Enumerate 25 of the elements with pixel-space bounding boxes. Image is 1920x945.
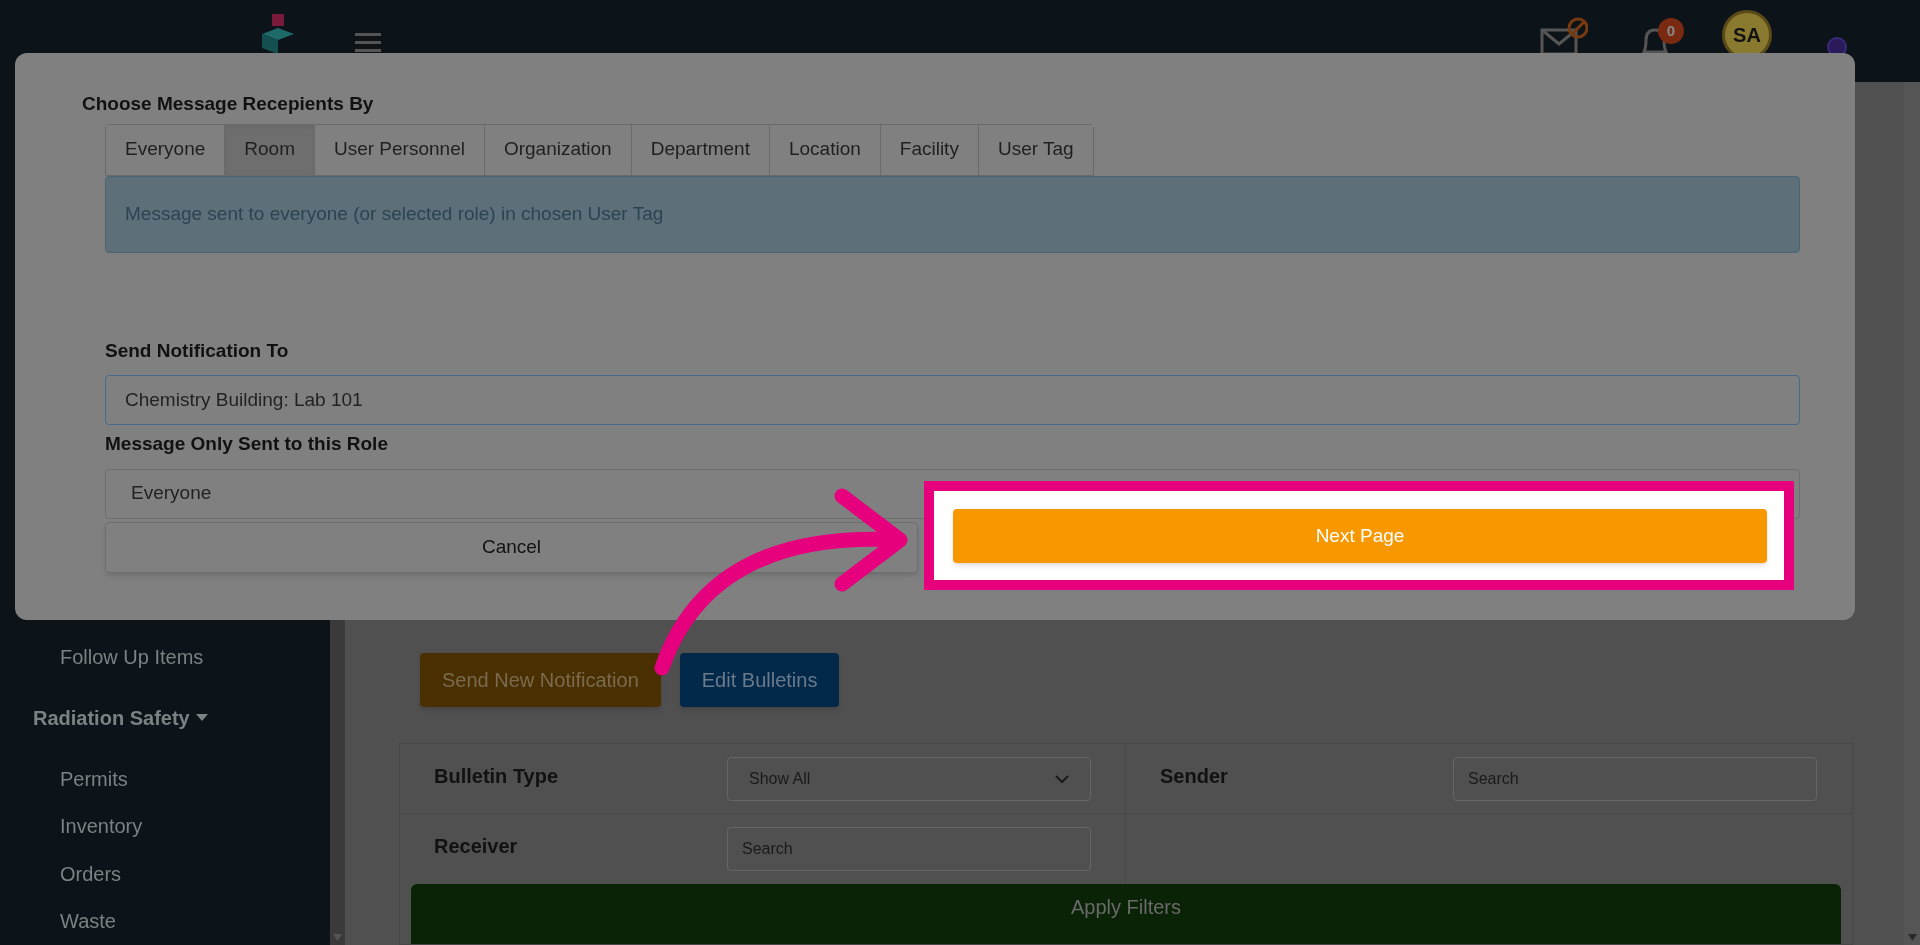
filter-label: Receiver <box>434 834 519 859</box>
filter-label: Bulletin Type <box>434 764 560 789</box>
notification-badge: 0 <box>1658 18 1684 44</box>
send-notification-button[interactable]: Send New Notification <box>420 653 661 707</box>
caret-icon[interactable] <box>195 713 208 722</box>
sidebar-item[interactable]: Permits <box>60 763 128 794</box>
filter-label: Sender <box>1160 764 1229 789</box>
sidebar-item[interactable]: Waste <box>60 906 116 937</box>
apply-filters-button[interactable]: Apply Filters <box>411 884 1841 944</box>
modal-heading: Choose Message Recepients By <box>82 92 375 116</box>
field-label: Send Notification To <box>105 338 290 363</box>
sidebar-section[interactable]: Radiation Safety <box>33 702 190 733</box>
edit-bulletins-button[interactable]: Edit Bulletins <box>679 653 840 707</box>
chevron-down-icon <box>1055 774 1069 784</box>
send-to-field[interactable]: Chemistry Building: Lab 101 <box>105 375 1800 425</box>
sidebar-item[interactable]: Inventory <box>60 811 143 842</box>
sidebar-item[interactable]: Follow Up Items <box>60 641 204 672</box>
menu-icon[interactable] <box>355 33 381 53</box>
tab[interactable]: User Tag <box>977 124 1093 175</box>
scrollbar[interactable] <box>1904 82 1920 945</box>
next-page-button[interactable]: Next Page <box>953 509 1767 563</box>
cancel-button[interactable]: Cancel <box>105 521 918 573</box>
tab[interactable]: Room <box>224 124 314 175</box>
sidebar-item[interactable]: Orders <box>60 858 122 889</box>
field-label: Message Only Sent to this Role <box>105 432 389 456</box>
